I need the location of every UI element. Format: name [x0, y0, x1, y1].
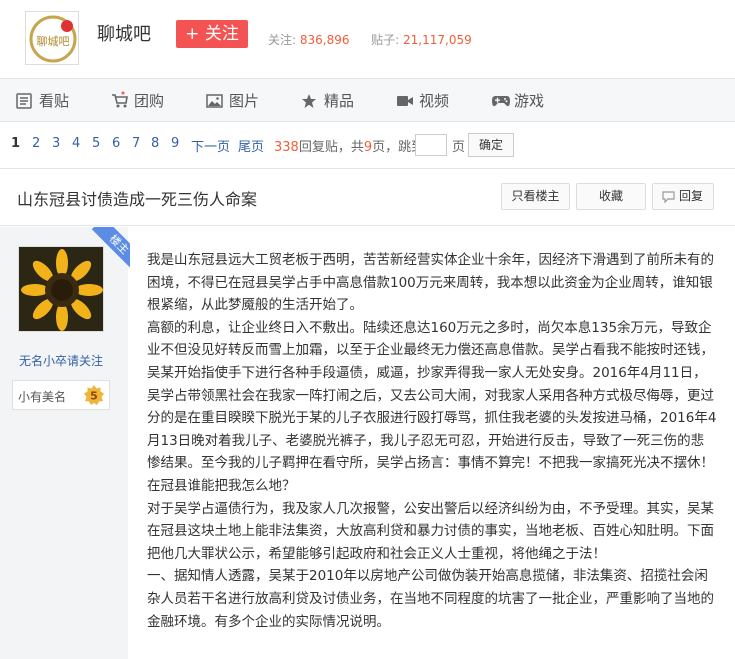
reply-button[interactable]: 回复 — [652, 183, 714, 210]
forum-name[interactable]: 聊城吧 — [97, 20, 151, 46]
logo-text: 聊城吧 — [37, 34, 70, 48]
forum-logo[interactable]: 聊城吧 — [25, 11, 79, 65]
op-ribbon: 楼主 — [85, 227, 130, 272]
page-count: 9 — [363, 140, 373, 155]
favorite-button[interactable]: 收藏 — [576, 183, 646, 210]
last-page-link[interactable]: 尾页 — [238, 136, 264, 155]
page-link[interactable]: 6 — [112, 136, 120, 151]
forum-nav: 看贴 团购 图片 精品 视频 游戏 — [0, 78, 735, 122]
nav-label: 团购 — [134, 92, 165, 110]
follow-button[interactable]: + 关注 — [176, 20, 248, 48]
cart-icon — [112, 91, 128, 108]
nav-label: 图片 — [229, 92, 260, 110]
list-icon — [16, 93, 32, 109]
pagination: 1 2 3 4 5 6 7 8 9 下一页 尾页 338回复贴，共9页，跳到 — [0, 122, 735, 162]
page-link[interactable]: 8 — [151, 136, 159, 151]
page-unit-label: 页 — [452, 140, 466, 155]
star-icon — [302, 94, 316, 108]
author-panel: 无名小卒请关注 小有美名 5 — [0, 227, 128, 659]
level-number: 5 — [90, 390, 98, 403]
thread-title: 山东冠县讨债造成一死三伤人命案 — [17, 190, 258, 209]
posts-label: 贴子: — [371, 33, 400, 47]
posts-count: 21,117,059 — [403, 33, 472, 47]
image-icon — [206, 94, 223, 108]
nav-label: 精品 — [324, 92, 355, 110]
nav-label: 游戏 — [514, 92, 545, 110]
jump-confirm-button[interactable]: 确定 — [468, 133, 514, 157]
followers-label: 关注: — [268, 33, 297, 47]
reply-button-label: 回复 — [678, 189, 703, 203]
post-content: 我是山东冠县远大工贸老板于西明，苦苦新经营实体企业十余年，因经济下滑遇到了前所未… — [147, 249, 717, 633]
op-badge-label: 楼主 — [91, 227, 130, 272]
nav-label: 看贴 — [39, 92, 70, 110]
page-link[interactable]: 9 — [171, 136, 179, 151]
post-paragraph: 对于吴学占逼债行为，我及家人几次报警，公安出警后以经济纠纷为由，不予受理。其实，… — [147, 500, 714, 562]
reply-info: 338回复贴，共9页，跳到 — [274, 136, 424, 155]
forum-header: 聊城吧 聊城吧 + 关注 关注: 836,896 贴子: 21,117,059 — [0, 0, 735, 78]
followers-count: 836,896 — [299, 33, 350, 47]
logo-image: 聊城吧 — [26, 12, 78, 64]
level-name: 小有美名 — [18, 390, 67, 404]
post-paragraph: 高额的利息，让企业终日入不敷出。陆续还息达160万元之多时，尚欠本息135余万元… — [147, 319, 717, 494]
nav-label: 视频 — [419, 92, 450, 110]
next-page-link[interactable]: 下一页 — [191, 136, 230, 155]
page-link[interactable]: 2 — [32, 136, 40, 151]
author-name[interactable]: 无名小卒请关注 — [0, 352, 122, 369]
level-badge-icon: 5 — [84, 385, 104, 405]
only-op-button[interactable]: 只看楼主 — [501, 183, 570, 210]
gamepad-icon — [492, 96, 510, 107]
thread-title-bar: 山东冠县讨债造成一死三伤人命案 只看楼主 收藏 回复 — [0, 168, 735, 226]
reply-count: 338 — [274, 140, 299, 155]
author-level: 小有美名 5 — [12, 380, 110, 410]
video-icon — [397, 96, 413, 106]
comment-icon — [662, 191, 675, 203]
forum-stats: 关注: 836,896 贴子: 21,117,059 — [268, 31, 472, 48]
page-link[interactable]: 7 — [132, 136, 140, 151]
reply-text: 回复贴，共 — [298, 140, 364, 155]
page-link[interactable]: 4 — [72, 136, 80, 151]
page-link[interactable]: 5 — [92, 136, 100, 151]
post-paragraph: 我是山东冠县远大工贸老板于西明，苦苦新经营实体企业十余年，因经济下滑遇到了前所未… — [147, 252, 714, 314]
jump-page-input[interactable] — [415, 134, 447, 156]
post-paragraph: 一、据知情人透露，吴某于2010年以房地产公司做伪装开始高息揽储，非法集资、招揽… — [147, 568, 714, 630]
page-link[interactable]: 3 — [52, 136, 60, 151]
page-link-current: 1 — [11, 136, 21, 151]
